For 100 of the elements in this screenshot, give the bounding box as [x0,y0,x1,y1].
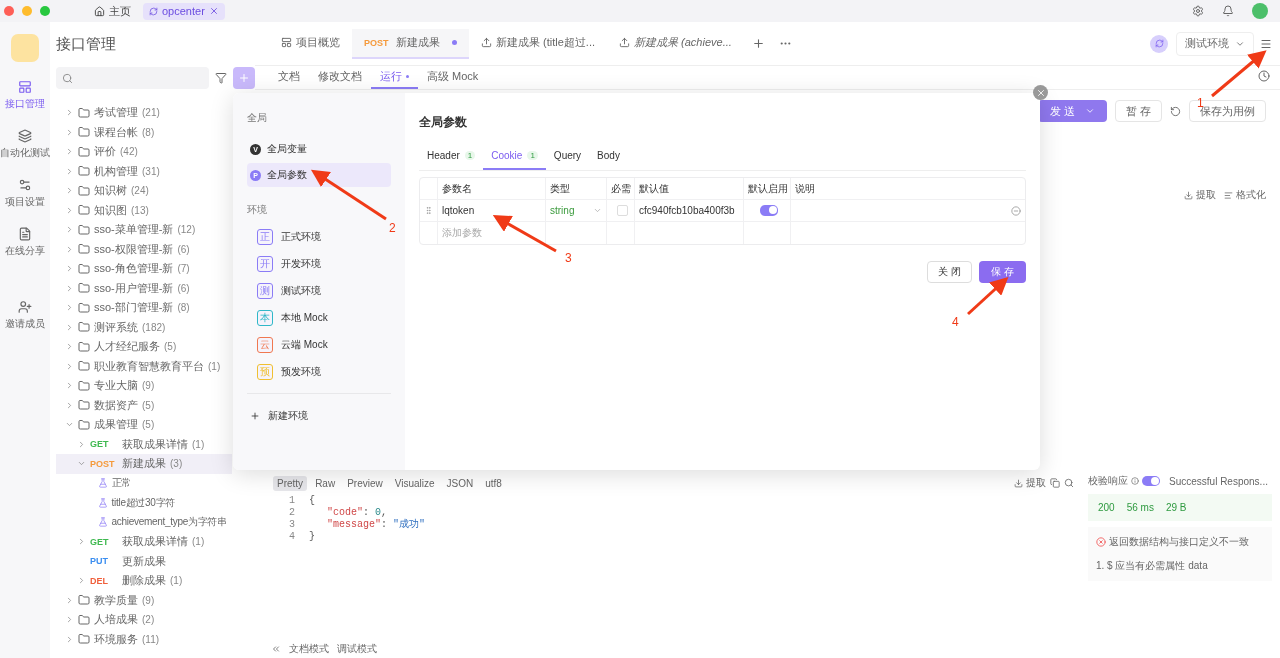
tree-item[interactable]: 考试管理 (21) [56,103,232,123]
encoding-select[interactable]: utf8 [481,475,506,491]
sub-tab[interactable]: 高级 Mock [418,66,488,89]
tree-item[interactable]: GET 获取成果详情 (1) [56,532,232,552]
stash-button[interactable]: 暂 存 [1114,100,1162,122]
tree-item[interactable]: 知识树 (24) [56,181,232,201]
filter-icon[interactable] [215,72,227,84]
send-button[interactable]: 发 送 [1037,100,1107,122]
environment-item[interactable]: 云 云端 Mock [247,331,391,358]
default-value-field[interactable]: cfc940fcb10ba400f3b [635,200,744,221]
add-tab-icon[interactable] [751,37,765,50]
param-tab[interactable]: Body [589,143,628,170]
tree-item[interactable]: 成果管理 (5) [56,415,232,435]
tree-item[interactable]: sso-菜单管理-新 (12) [56,220,232,240]
enable-switch[interactable] [760,205,778,216]
required-checkbox[interactable] [617,205,628,216]
sub-tab[interactable]: 修改文档 [309,66,371,89]
param-tab[interactable]: Cookie 1 [483,143,546,170]
tree-item[interactable]: POST 新建成果 (3) [56,454,232,474]
tree-item[interactable]: sso-角色管理-新 (7) [56,259,232,279]
tree-item[interactable]: title超过30字符 [56,493,232,513]
validation-switch[interactable] [1142,476,1160,486]
editor-tab[interactable]: POST 新建成果 [352,28,469,59]
view-tab[interactable]: Raw [311,475,340,491]
settings-icon[interactable] [1192,5,1204,17]
environment-item[interactable]: 预 预发环境 [247,358,391,385]
editor-tab[interactable]: 新建成果 (achieve... [607,28,744,59]
close-icon[interactable] [1033,85,1048,100]
sync-icon[interactable] [1150,34,1168,53]
window-tab[interactable]: 主页 [88,2,137,20]
sub-tab[interactable]: 文档 [269,66,309,89]
tree-item[interactable]: sso-权限管理-新 (6) [56,239,232,259]
environment-item[interactable]: 开 开发环境 [247,250,391,277]
param-name-field[interactable]: lqtoken [438,200,546,221]
tree-item[interactable]: 知识图 (13) [56,200,232,220]
extract-link[interactable]: 提取 [1014,476,1046,490]
search-icon [62,72,73,84]
tree-item[interactable]: 评价 (42) [56,142,232,162]
bell-icon[interactable] [1222,5,1234,17]
environment-item[interactable]: 本 本地 Mock [247,304,391,331]
close-button[interactable]: 关 闭 [927,261,973,283]
close-window-icon[interactable] [4,6,14,16]
editor-tab[interactable]: 新建成果 (title超过... [469,28,607,59]
mode-tab[interactable]: 文档模式 [289,642,329,656]
tree-item[interactable]: 职业教育智慧教育平台 (1) [56,356,232,376]
tree-item[interactable]: 课程台帐 (8) [56,122,232,142]
schema-select[interactable]: Successful Respons... [1169,475,1268,487]
view-tab[interactable]: Pretty [273,475,308,491]
annotation-arrow [1211,50,1267,98]
view-tab[interactable]: Visualize [390,475,439,491]
environment-select[interactable]: 测试环境 [1176,31,1254,56]
tree-item[interactable]: sso-用户管理-新 (6) [56,278,232,298]
rail-item[interactable]: 自动化测试 [0,129,50,160]
rail-item[interactable]: 项目设置 [5,178,45,209]
tree-item[interactable]: 环境服务 (11) [56,629,232,649]
sub-tab[interactable]: 运行 [371,66,418,89]
format-select[interactable]: JSON [442,475,478,491]
tree-item[interactable]: 正常 [56,473,232,493]
editor-tab[interactable]: 项目概览 [269,28,352,59]
rail-item[interactable]: 在线分享 [5,227,45,258]
minimize-window-icon[interactable] [22,6,32,16]
tree-item[interactable]: achievement_type为字符串 [56,512,232,532]
tree-item[interactable]: GET 获取成果详情 (1) [56,434,232,454]
avatar[interactable] [1252,3,1268,19]
add-button[interactable] [233,67,255,89]
tree-item[interactable]: 专业大脑 (9) [56,376,232,396]
collapse-icon[interactable] [271,644,281,654]
maximize-window-icon[interactable] [40,6,50,16]
search-field[interactable] [56,67,209,89]
type-select[interactable]: string [546,200,607,221]
remove-icon[interactable] [1011,205,1021,216]
param-tab[interactable]: Query [545,143,590,170]
tree-item[interactable]: PUT 更新成果 [56,551,232,571]
param-tab[interactable]: Header 1 [419,143,484,170]
caret-icon [593,206,602,215]
drag-handle-icon[interactable] [424,206,433,215]
tree-item[interactable]: DEL 删除成果 (1) [56,571,232,591]
undo-icon[interactable] [1170,105,1181,117]
environment-item[interactable]: 测 测试环境 [247,277,391,304]
view-tab[interactable]: Preview [343,475,387,491]
history-icon[interactable] [1258,70,1270,82]
copy-icon[interactable] [1050,478,1060,488]
search-icon[interactable] [1064,478,1074,488]
tree-item[interactable]: sso-部门管理-新 (8) [56,298,232,318]
new-environment-item[interactable]: 新建环境 [247,402,391,429]
tree-item[interactable]: 测评系统 (182) [56,317,232,337]
tree-item[interactable]: 教学质量 (9) [56,590,232,610]
tool-link[interactable]: 提取 [1184,188,1216,202]
tree-item[interactable]: 机构管理 (31) [56,161,232,181]
rail-item[interactable]: 邀请成员 [5,300,45,331]
window-tab[interactable]: opcenter [143,2,225,20]
menu-icon[interactable] [1260,37,1272,50]
tree-item[interactable]: 人才经纪服务 (5) [56,337,232,357]
rail-item[interactable]: 接口管理 [5,80,45,111]
mode-tab[interactable]: 调试模式 [337,642,377,656]
tree-item[interactable]: 数据资产 (5) [56,395,232,415]
tree-item[interactable]: 人培成果 (2) [56,610,232,630]
save-button[interactable]: 保 存 [979,261,1026,283]
tool-link[interactable]: 格式化 [1224,188,1266,202]
close-tab-icon[interactable] [208,6,219,16]
